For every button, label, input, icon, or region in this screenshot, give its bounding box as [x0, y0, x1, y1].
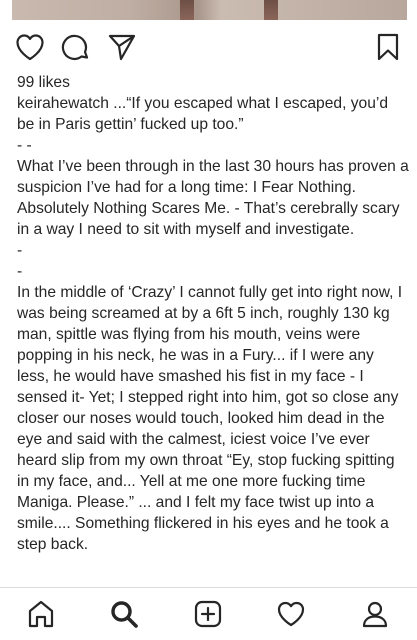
bookmark-icon: [377, 33, 399, 61]
photo-detail: [264, 0, 278, 20]
bottom-navigation-bar: [0, 587, 417, 640]
photo-detail: [180, 0, 194, 20]
post-caption-area: 99 likes keirahewatch ...“If you escaped…: [17, 72, 409, 555]
like-button[interactable]: [14, 31, 46, 63]
nav-add-post-button[interactable]: [191, 597, 225, 631]
like-count[interactable]: 99 likes: [17, 72, 409, 93]
share-button[interactable]: [106, 31, 138, 63]
caption-separator: -: [17, 242, 23, 259]
nav-profile-button[interactable]: [358, 597, 392, 631]
caption-text: In the middle of ‘Crazy’ I cannot fully …: [17, 284, 403, 553]
nav-home-button[interactable]: [24, 597, 58, 631]
post-photo[interactable]: [12, 0, 407, 20]
search-icon: [111, 601, 138, 628]
home-icon: [28, 600, 54, 628]
post-username[interactable]: keirahewatch: [17, 95, 109, 112]
heart-icon: [277, 601, 305, 627]
caption-separator: -: [17, 263, 23, 280]
caption-first-paragraph: keirahewatch ...“If you escaped what I e…: [17, 93, 409, 135]
caption-text: What I’ve been through in the last 30 ho…: [17, 158, 409, 238]
profile-icon: [362, 601, 388, 628]
post-action-bar: [0, 31, 417, 63]
heart-icon: [16, 34, 44, 61]
save-button[interactable]: [372, 31, 404, 63]
comment-button[interactable]: [60, 31, 92, 63]
paper-plane-icon: [108, 34, 136, 61]
nav-search-button[interactable]: [107, 597, 141, 631]
caption-separator: - -: [17, 137, 32, 154]
add-post-icon: [194, 600, 222, 628]
nav-activity-button[interactable]: [274, 597, 308, 631]
comment-bubble-icon: [61, 34, 89, 60]
